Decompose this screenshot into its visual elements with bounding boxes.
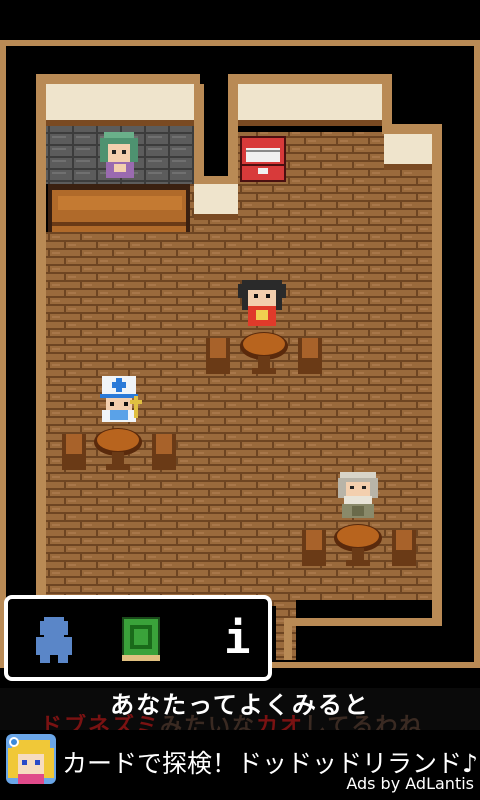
message-line-2: ドブネズミみたいなカオしてるわね — [40, 714, 440, 730]
ad-credit: Ads by AdLantis — [346, 774, 474, 793]
ad-character-icon — [6, 734, 56, 784]
message-word-4: してるわね — [304, 714, 424, 730]
bar-counter — [48, 184, 190, 232]
ad-banner[interactable]: カードで探検！ドッドッドリランド♪ Ads by AdLantis — [0, 730, 480, 800]
table-bottom-right — [302, 524, 416, 566]
message-window: あなたってよくみると ドブネズミみたいなカオしてるわね — [0, 688, 480, 730]
npc-priestess[interactable] — [100, 376, 142, 422]
message-word-2: みたいな — [160, 714, 257, 730]
table-left — [62, 428, 176, 470]
green-book-icon — [122, 617, 160, 661]
tavern-scene — [0, 40, 480, 668]
character-silhouette-icon — [36, 617, 72, 663]
info-label: i — [224, 613, 251, 664]
npc-old-man[interactable] — [338, 472, 378, 518]
message-word-1: ドブネズミ — [40, 714, 161, 730]
status-button[interactable] — [26, 613, 82, 665]
command-menu: i — [4, 595, 272, 681]
red-chest[interactable] — [240, 136, 286, 182]
item-book-button[interactable] — [112, 613, 168, 665]
table-center — [206, 332, 322, 374]
info-button[interactable]: i — [204, 613, 260, 665]
message-word-3: カオ — [256, 714, 305, 730]
